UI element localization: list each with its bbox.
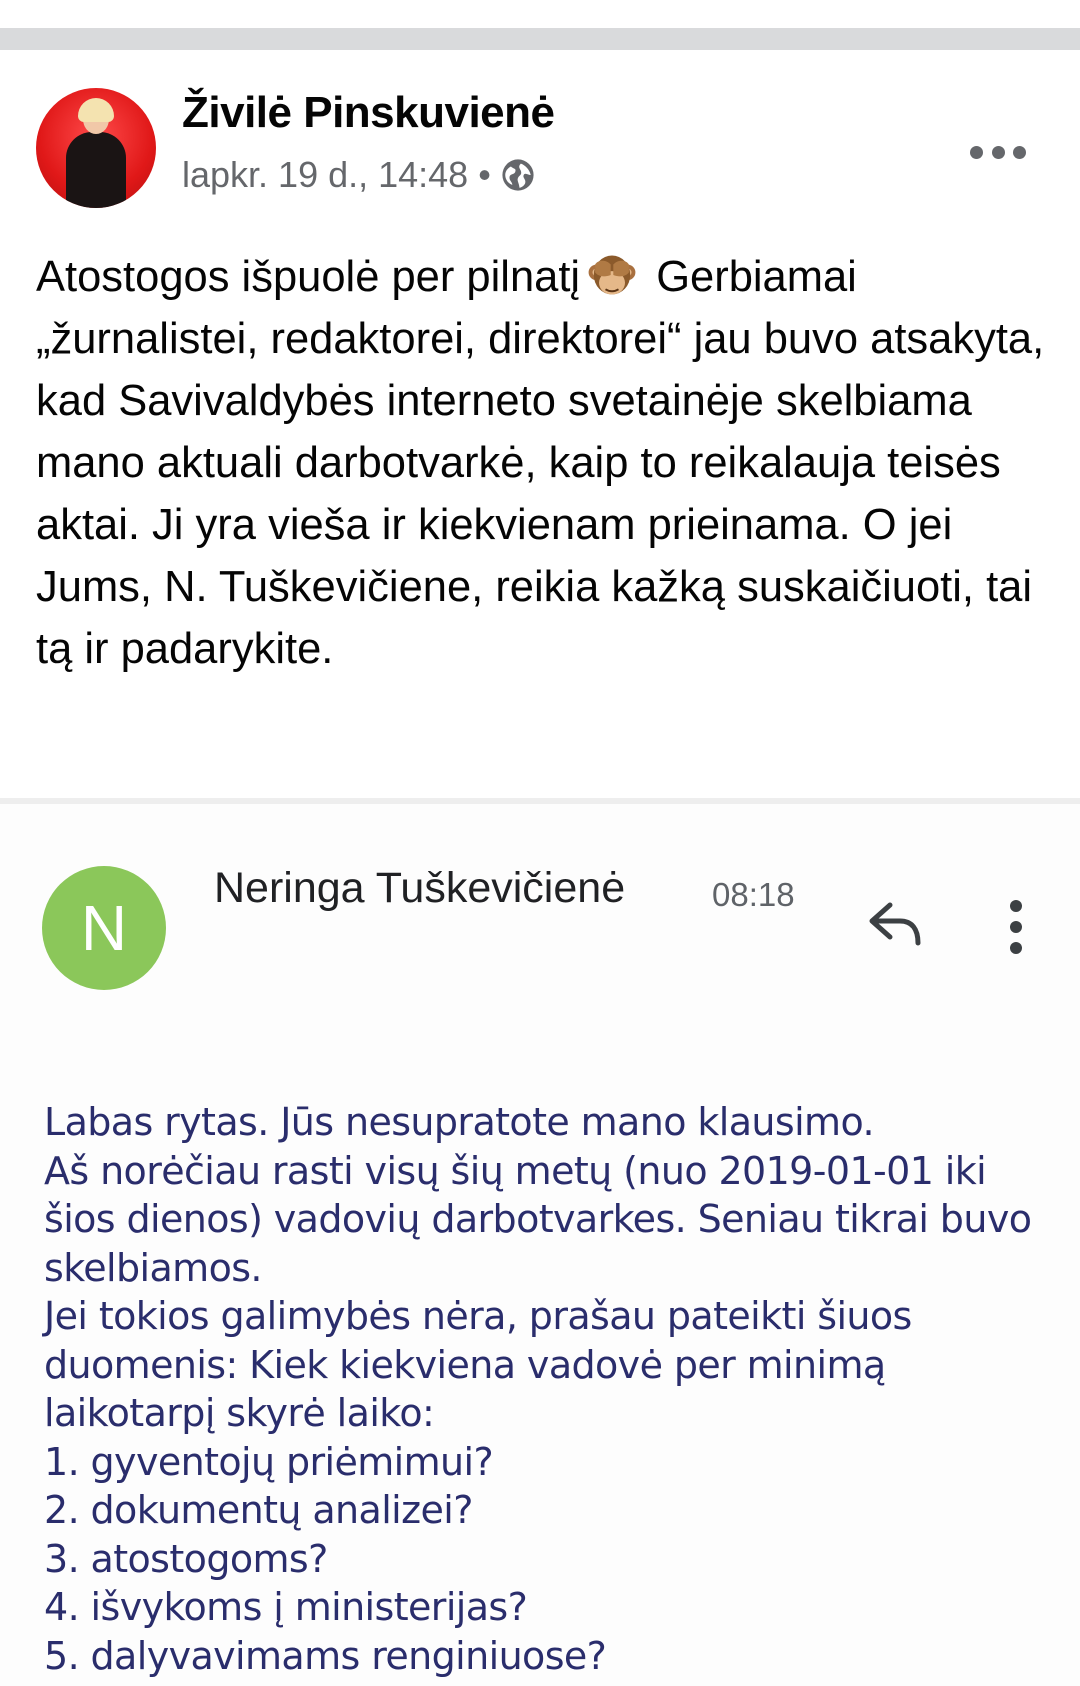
email-line: skelbiamos.	[44, 1245, 263, 1290]
email-sender: Neringa Tuškevičienė	[214, 864, 626, 912]
email-line: šios dienos) vadovių darbotvarkes. Senia…	[44, 1197, 1032, 1241]
post-text-rest: Gerbiamai „žurnalistei, redaktorei, dire…	[36, 253, 1045, 673]
post-text-start: Atostogos išpuolė per pilnatį	[36, 253, 581, 301]
author-name[interactable]: Živilė Pinskuvienė	[182, 88, 555, 138]
post-meta: lapkr. 19 d., 14:48 •	[182, 154, 535, 196]
reply-icon[interactable]	[864, 899, 926, 947]
post-text: Atostogos išpuolė per pilnatį Gerbiamai …	[36, 246, 1056, 680]
email-line: 3. atostogoms?	[44, 1536, 328, 1581]
meta-separator: •	[478, 154, 491, 195]
email-line: laikotarpį skyrė laiko:	[44, 1391, 435, 1435]
email-line: Labas rytas. Jūs nesupratote mano klausi…	[44, 1100, 875, 1144]
email-line: Aš norėčiau rasti visų šių metų (nuo 201…	[44, 1148, 987, 1193]
see-no-evil-monkey-icon	[588, 255, 636, 295]
top-separator-bar	[0, 28, 1080, 50]
more-options-icon[interactable]	[970, 142, 1026, 162]
email-line: Jei tokios galimybės nėra, prašau pateik…	[44, 1294, 912, 1338]
email-line: duomenis: Kiek kiekviena vadovė per mini…	[44, 1342, 886, 1387]
email-time: 08:18	[712, 876, 795, 913]
email-line: 4. išvykoms į ministerijas?	[44, 1585, 528, 1629]
email-body: Labas rytas. Jūs nesupratote mano klausi…	[44, 1098, 1054, 1680]
kebab-menu-icon[interactable]	[1008, 900, 1024, 954]
email-line: 2. dokumentų analizei?	[44, 1488, 473, 1532]
email-line: 1. gyventojų priėmimui?	[44, 1439, 494, 1484]
globe-icon[interactable]	[501, 158, 535, 192]
email-screenshot[interactable]: N Neringa Tuškevičienė 08:18 Labas rytas…	[0, 804, 1080, 1686]
email-line: 5. dalyvavimams renginiuose?	[44, 1633, 607, 1678]
sender-avatar: N	[42, 866, 166, 990]
post-date[interactable]: lapkr. 19 d., 14:48	[182, 154, 468, 196]
author-avatar[interactable]	[36, 88, 156, 208]
post-header: Živilė Pinskuvienė lapkr. 19 d., 14:48 •	[0, 50, 1080, 210]
